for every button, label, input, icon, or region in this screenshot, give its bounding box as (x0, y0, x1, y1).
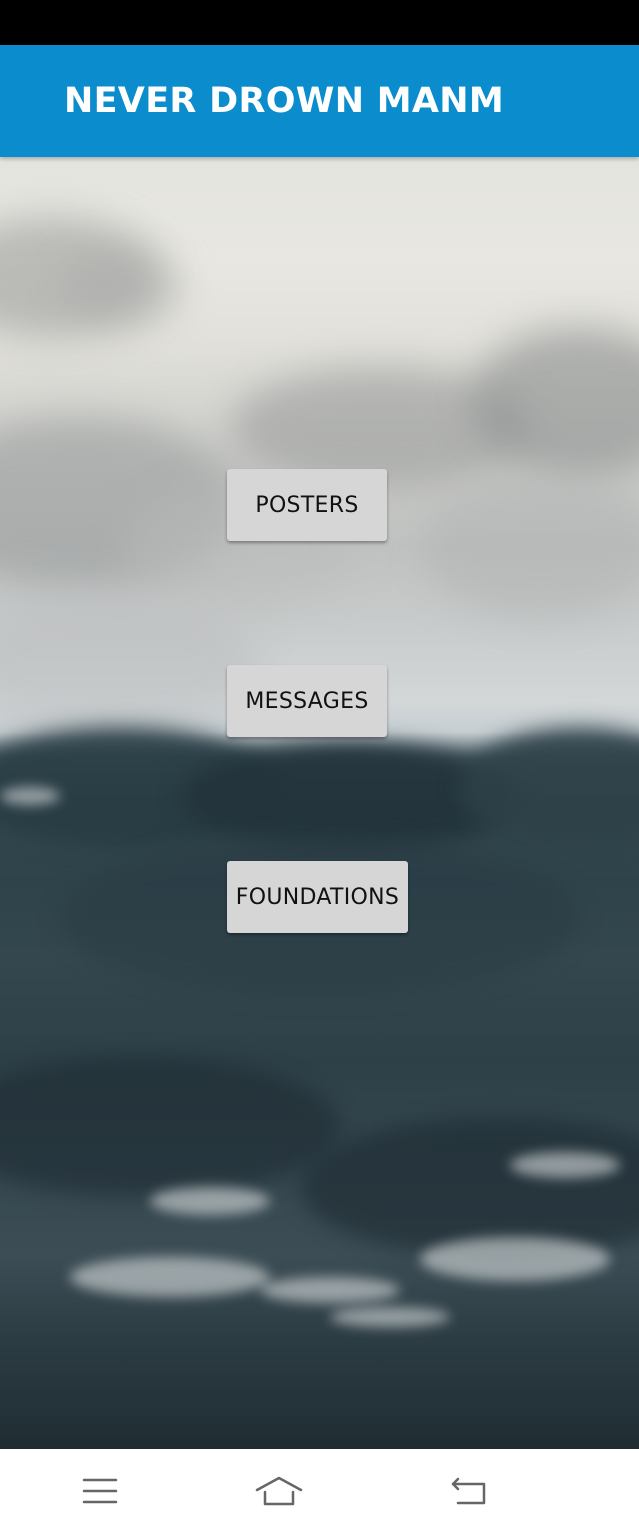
app-screen: NEVER DROWN MANM POSTERS MESSAGES FOUNDA… (0, 0, 639, 1533)
status-bar (0, 0, 639, 45)
back-button[interactable] (443, 1469, 493, 1513)
menu-button[interactable] (75, 1469, 125, 1513)
posters-button[interactable]: POSTERS (227, 469, 387, 541)
main-content (0, 157, 639, 1449)
app-bar: NEVER DROWN MANM (0, 45, 639, 157)
background-image (0, 157, 639, 1449)
home-icon (255, 1476, 303, 1506)
navigation-bar (0, 1449, 639, 1533)
menu-icon (82, 1478, 118, 1504)
app-title: NEVER DROWN MANM (64, 81, 505, 121)
foundations-button[interactable]: FOUNDATIONS (227, 861, 408, 933)
back-icon (451, 1477, 486, 1505)
home-button[interactable] (254, 1469, 304, 1513)
messages-button[interactable]: MESSAGES (227, 665, 387, 737)
